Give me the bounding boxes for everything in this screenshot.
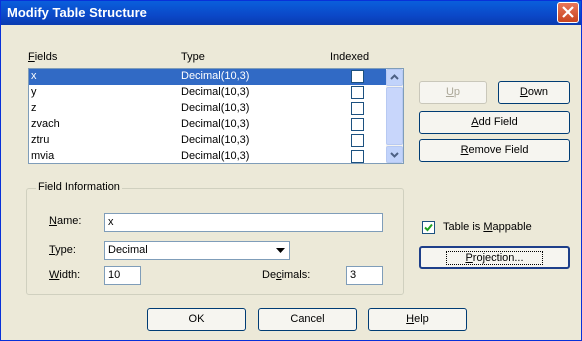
width-label: Width: <box>49 269 81 281</box>
fields-header: Fields <box>28 51 58 63</box>
up-button[interactable]: Up <box>419 81 487 104</box>
title-bar[interactable]: Modify Table Structure <box>1 1 581 25</box>
cancel-button[interactable]: Cancel <box>258 308 357 331</box>
field-name: z <box>31 102 37 114</box>
type-select-value: Decimal <box>108 244 148 256</box>
field-type: Decimal(10,3) <box>181 70 250 82</box>
decimals-label: Decimals: <box>262 269 311 281</box>
type-select[interactable]: Decimal <box>104 241 290 260</box>
scroll-thumb[interactable] <box>386 87 403 145</box>
dropdown-arrow-icon <box>276 248 285 253</box>
indexed-header: Indexed <box>330 51 370 63</box>
field-information-legend: Field Information <box>36 181 122 193</box>
field-type: Decimal(10,3) <box>181 86 250 98</box>
down-button[interactable]: Down <box>498 81 570 104</box>
field-name: x <box>31 70 37 82</box>
field-type: Decimal(10,3) <box>181 134 250 146</box>
field-row[interactable]: y Decimal(10,3) <box>29 85 386 101</box>
width-input[interactable]: 10 <box>104 266 141 285</box>
field-row[interactable]: z Decimal(10,3) <box>29 101 386 117</box>
field-type: Decimal(10,3) <box>181 118 250 130</box>
close-icon <box>562 6 574 18</box>
chevron-up-icon <box>390 74 399 80</box>
add-field-button[interactable]: Add Field <box>419 111 570 134</box>
field-type: Decimal(10,3) <box>181 102 250 114</box>
table-mappable-checkbox[interactable] <box>422 221 435 234</box>
name-label: Name: <box>49 215 82 227</box>
close-button[interactable] <box>557 2 579 23</box>
help-button[interactable]: Help <box>368 308 467 331</box>
scroll-down-button[interactable] <box>386 146 403 163</box>
decimals-input[interactable]: 3 <box>346 266 383 285</box>
type-label: Type: <box>49 244 76 256</box>
modify-table-structure-dialog: Modify Table Structure Fields Type Index… <box>0 0 582 341</box>
remove-field-button[interactable]: Remove Field <box>419 139 570 162</box>
field-name: mvia <box>31 150 55 162</box>
field-name: zvach <box>31 118 60 130</box>
indexed-checkbox[interactable] <box>351 134 364 147</box>
field-row[interactable]: zvach Decimal(10,3) <box>29 117 386 133</box>
field-name: y <box>31 86 37 98</box>
window-title: Modify Table Structure <box>7 5 147 20</box>
indexed-checkbox[interactable] <box>351 150 364 163</box>
scroll-up-button[interactable] <box>386 69 403 86</box>
type-header: Type <box>181 51 205 63</box>
checkmark-icon <box>424 223 433 232</box>
indexed-checkbox[interactable] <box>351 118 364 131</box>
vertical-scrollbar[interactable] <box>386 69 403 163</box>
field-row[interactable]: ztru Decimal(10,3) <box>29 133 386 149</box>
chevron-down-icon <box>390 152 399 158</box>
fields-list[interactable]: x Decimal(10,3) y Decimal(10,3) z Decima… <box>28 68 404 164</box>
indexed-checkbox[interactable] <box>351 102 364 115</box>
field-name: ztru <box>31 134 50 146</box>
field-row[interactable]: mvia Decimal(10,3) <box>29 149 386 163</box>
name-input[interactable]: x <box>104 213 383 232</box>
indexed-checkbox[interactable] <box>351 86 364 99</box>
field-row[interactable]: x Decimal(10,3) <box>29 69 386 85</box>
ok-button[interactable]: OK <box>147 308 246 331</box>
indexed-checkbox[interactable] <box>351 70 364 83</box>
projection-button[interactable]: Projection... <box>419 246 570 269</box>
table-mappable-label: Table is Mappable <box>443 221 532 233</box>
field-type: Decimal(10,3) <box>181 150 250 162</box>
